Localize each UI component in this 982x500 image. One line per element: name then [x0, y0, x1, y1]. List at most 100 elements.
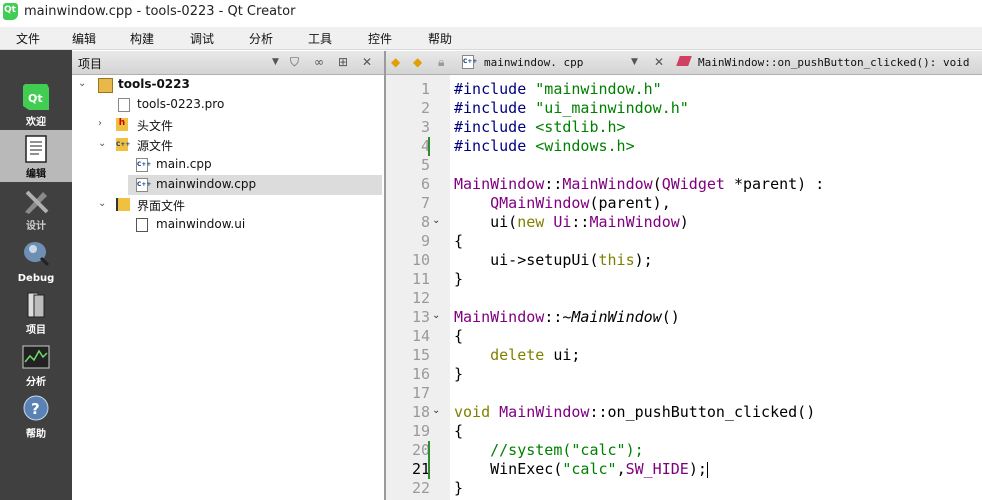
filter-icon[interactable]: ⛉: [290, 55, 299, 70]
dropdown-arrow-icon[interactable]: ▼: [272, 57, 279, 67]
project-panel-header: 项目 ▼ ⛉ ∞ ⊞ ✕: [72, 51, 384, 75]
fold-marker-icon[interactable]: ⌄: [432, 405, 440, 416]
expand-arrow-icon[interactable]: ›: [98, 118, 102, 129]
mode-design[interactable]: 设计: [0, 182, 72, 234]
menu-bar: 文件 编辑 构建 调试 分析 工具 控件 帮助: [0, 27, 982, 50]
line-number: 8: [420, 213, 430, 231]
window-title: mainwindow.cpp - tools-0223 - Qt Creator: [24, 4, 296, 19]
tree-item-label: mainwindow.ui: [156, 217, 246, 231]
line-number: 20: [411, 441, 430, 459]
line-number: 9: [420, 232, 430, 250]
line-number: 12: [411, 289, 430, 307]
line-number: 1: [420, 80, 430, 98]
project-icon: [27, 292, 45, 318]
code-line[interactable]: #include "ui_mainwindow.h": [454, 99, 689, 117]
dropdown-arrow-icon[interactable]: ▼: [631, 57, 638, 67]
close-icon[interactable]: ✕: [362, 55, 372, 69]
tree-item-mainwindow-cpp[interactable]: C++ mainwindow.cpp: [128, 175, 382, 195]
code-line[interactable]: }: [454, 270, 463, 288]
mode-welcome[interactable]: Qt 欢迎: [0, 78, 72, 130]
code-editor[interactable]: #include "mainwindow.h" #include "ui_main…: [450, 75, 982, 500]
code-line[interactable]: MainWindow::~MainWindow(): [454, 308, 680, 326]
code-line[interactable]: WinExec("calc",SW_HIDE);: [454, 460, 708, 478]
code-line[interactable]: }: [454, 365, 463, 383]
qt-logo-icon: Qt: [23, 84, 49, 110]
tree-item-sources[interactable]: ⌄ C++ 源文件: [72, 135, 384, 155]
tree-item-pro-file[interactable]: tools-0223.pro: [72, 95, 384, 115]
tree-item-project[interactable]: ⌄ tools-0223: [72, 75, 384, 95]
mode-debug[interactable]: Debug: [0, 234, 72, 286]
mode-analyze[interactable]: 分析: [0, 338, 72, 390]
editor-toolbar: ◆ ◆ 🔒︎ C++ mainwindow. cpp ▼ ✕ MainWindo…: [386, 51, 982, 75]
line-number: 17: [411, 384, 430, 402]
mode-projects[interactable]: 项目: [0, 286, 72, 338]
code-line[interactable]: ui(new Ui::MainWindow): [454, 213, 689, 231]
form-folder-icon: [116, 198, 130, 211]
code-line[interactable]: {: [454, 422, 463, 440]
forward-arrow-icon[interactable]: ◆: [413, 55, 422, 69]
project-folder-icon: [98, 78, 113, 93]
mode-welcome-label: 欢迎: [26, 117, 46, 128]
collapse-arrow-icon[interactable]: ⌄: [78, 78, 86, 89]
line-number: 7: [420, 194, 430, 212]
pro-file-icon: [118, 98, 130, 112]
collapse-arrow-icon[interactable]: ⌄: [98, 198, 106, 209]
menu-controls[interactable]: 控件: [368, 30, 392, 47]
tree-item-label: tools-0223: [118, 77, 190, 91]
menu-edit[interactable]: 编辑: [72, 30, 96, 47]
back-arrow-icon[interactable]: ◆: [391, 55, 400, 69]
close-document-icon[interactable]: ✕: [654, 55, 664, 69]
ui-file-icon: [136, 218, 148, 232]
mode-projects-label: 项目: [26, 325, 46, 336]
qt-creator-app-icon: [3, 3, 18, 20]
code-line[interactable]: {: [454, 232, 463, 250]
code-line[interactable]: }: [454, 479, 463, 497]
code-line[interactable]: void MainWindow::on_pushButton_clicked(): [454, 403, 815, 421]
menu-debug[interactable]: 调试: [190, 30, 214, 47]
tree-item-label: main.cpp: [156, 157, 212, 171]
line-number: 14: [411, 327, 430, 345]
tree-item-headers[interactable]: › h 头文件: [72, 115, 384, 135]
code-line[interactable]: {: [454, 327, 463, 345]
code-line[interactable]: QMainWindow(parent),: [454, 194, 671, 212]
menu-file[interactable]: 文件: [16, 30, 40, 47]
line-number: 22: [411, 479, 430, 497]
mode-debug-label: Debug: [17, 273, 55, 284]
symbol-select[interactable]: MainWindow::on_pushButton_clicked(): voi…: [698, 56, 970, 69]
tree-item-main-cpp[interactable]: C++ main.cpp: [72, 155, 384, 175]
mode-help-label: 帮助: [26, 429, 46, 440]
code-line[interactable]: ui->setupUi(this);: [454, 251, 653, 269]
line-number: 11: [411, 270, 430, 288]
line-number: 18: [411, 403, 430, 421]
mode-help[interactable]: ? 帮助: [0, 390, 72, 442]
fold-marker-icon[interactable]: ⌄: [432, 310, 440, 321]
symbol-icon: [676, 56, 692, 66]
project-view-select[interactable]: 项目: [78, 55, 102, 72]
header-folder-icon: h: [116, 118, 128, 131]
menu-help[interactable]: 帮助: [428, 30, 452, 47]
fold-marker-icon[interactable]: ⌄: [432, 215, 440, 226]
tree-item-mainwindow-ui[interactable]: mainwindow.ui: [72, 215, 384, 235]
code-line[interactable]: MainWindow::MainWindow(QWidget *parent) …: [454, 175, 824, 193]
code-line[interactable]: #include <stdlib.h>: [454, 118, 626, 136]
line-number: 16: [411, 365, 430, 383]
mode-edit[interactable]: 编辑: [0, 130, 72, 182]
menu-build[interactable]: 构建: [130, 30, 154, 47]
split-icon[interactable]: ⊞: [338, 55, 348, 69]
code-line[interactable]: delete ui;: [454, 346, 580, 364]
menu-tools[interactable]: 工具: [308, 30, 332, 47]
line-number: 5: [420, 156, 430, 174]
code-line[interactable]: #include "mainwindow.h": [454, 80, 662, 98]
line-number-current: 21: [411, 460, 430, 478]
svg-text:?: ?: [31, 400, 40, 418]
code-line[interactable]: //system("calc");: [454, 441, 644, 459]
link-icon[interactable]: ∞: [314, 55, 324, 69]
debug-icon: [24, 242, 50, 267]
code-line[interactable]: #include <windows.h>: [454, 137, 635, 155]
tree-item-label: tools-0223.pro: [137, 97, 225, 111]
tree-item-forms[interactable]: ⌄ 界面文件: [72, 195, 384, 215]
tree-item-label: 头文件: [137, 119, 174, 133]
open-document-select[interactable]: mainwindow. cpp: [484, 56, 583, 69]
menu-analyze[interactable]: 分析: [249, 30, 273, 47]
collapse-arrow-icon[interactable]: ⌄: [98, 138, 106, 149]
